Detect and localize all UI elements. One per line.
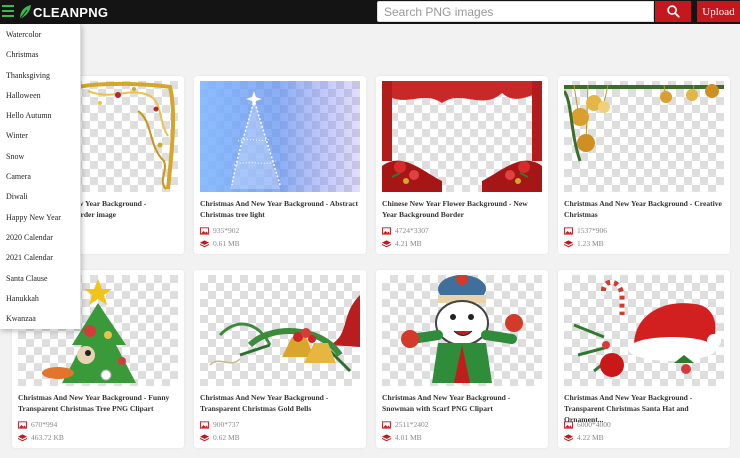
- image-thumbnail[interactable]: [382, 81, 542, 192]
- menu-item-santa-clause[interactable]: Santa Clause: [0, 269, 80, 289]
- menu-item-winter[interactable]: Winter: [0, 126, 80, 146]
- card-title[interactable]: Christmas And New Year Background - Snow…: [382, 392, 544, 414]
- hamburger-menu-icon[interactable]: [2, 5, 14, 17]
- search-button[interactable]: [655, 1, 691, 22]
- upload-button[interactable]: Upload: [697, 1, 740, 22]
- size-text: 4.22 MB: [577, 433, 604, 442]
- layers-icon: [382, 239, 391, 247]
- dimensions-text: 670*994: [31, 420, 58, 429]
- size-text: 4.21 MB: [395, 239, 422, 248]
- menu-item-camera[interactable]: Camera: [0, 167, 80, 187]
- file-size: 463.72 KB: [18, 433, 64, 442]
- leaf-logo-icon: [19, 5, 31, 20]
- search-box: [377, 1, 654, 22]
- layers-icon: [200, 239, 209, 247]
- image-thumbnail[interactable]: [200, 81, 360, 192]
- size-text: 0.62 MB: [213, 433, 240, 442]
- card-title[interactable]: Christmas And New Year Background - Abst…: [200, 198, 362, 220]
- image-thumbnail[interactable]: [564, 275, 724, 386]
- image-card[interactable]: Christmas And New Year Background - Tran…: [558, 270, 730, 448]
- image-card[interactable]: Christmas And New Year Background - Crea…: [558, 76, 730, 254]
- card-title[interactable]: Christmas And New Year Background - Crea…: [564, 198, 726, 220]
- image-dimensions: 670*994: [18, 420, 57, 429]
- image-dimensions: 935*902: [200, 226, 239, 235]
- menu-item-diwali[interactable]: Diwali: [0, 187, 80, 207]
- image-icon: [18, 420, 27, 429]
- image-icon: [200, 226, 209, 235]
- dimensions-text: 900*737: [213, 420, 240, 429]
- dimensions-text: 2511*2402: [395, 420, 429, 429]
- file-size: 1.23 MB: [564, 239, 604, 248]
- image-card[interactable]: Christmas And New Year Background - Tran…: [194, 270, 366, 448]
- menu-item-halloween[interactable]: Halloween: [0, 86, 80, 106]
- file-size: 4.01 MB: [382, 433, 422, 442]
- size-text: 463.72 KB: [31, 433, 64, 442]
- logo[interactable]: CLEANPNG: [18, 3, 108, 21]
- layers-icon: [382, 433, 391, 441]
- file-size: 0.61 MB: [200, 239, 240, 248]
- dimensions-text: 6000*4000: [577, 420, 611, 429]
- file-size: 0.62 MB: [200, 433, 240, 442]
- menu-item-2020-calendar[interactable]: 2020 Calendar: [0, 228, 80, 248]
- size-text: 1.23 MB: [577, 239, 604, 248]
- image-dimensions: 900*737: [200, 420, 239, 429]
- image-icon: [564, 226, 573, 235]
- category-dropdown: Watercolor Christmas Thanksgiving Hallow…: [0, 24, 81, 329]
- top-bar: CLEANPNG Upload: [0, 0, 740, 24]
- layers-icon: [18, 433, 27, 441]
- layers-icon: [200, 433, 209, 441]
- image-dimensions: 2511*2402: [382, 420, 428, 429]
- image-icon: [200, 420, 209, 429]
- size-text: 0.61 MB: [213, 239, 240, 248]
- image-card[interactable]: Christmas And New Year Background - Snow…: [376, 270, 548, 448]
- menu-item-2021-calendar[interactable]: 2021 Calendar: [0, 248, 80, 268]
- dimensions-text: 935*902: [213, 226, 240, 235]
- image-dimensions: 6000*4000: [564, 420, 611, 429]
- search-input[interactable]: [378, 2, 653, 21]
- menu-item-watercolor[interactable]: Watercolor: [0, 25, 80, 45]
- dimensions-text: 1537*906: [577, 226, 607, 235]
- layers-icon: [564, 239, 573, 247]
- card-title[interactable]: Christmas And New Year Background - Tran…: [200, 392, 362, 414]
- image-card[interactable]: Chinese New Year Flower Background - New…: [376, 76, 548, 254]
- search-icon: [666, 5, 680, 18]
- menu-item-christmas[interactable]: Christmas: [0, 45, 80, 65]
- card-title[interactable]: Christmas And New Year Background - Funn…: [18, 392, 180, 414]
- logo-text: CLEANPNG: [33, 4, 109, 20]
- layers-icon: [564, 433, 573, 441]
- image-thumbnail[interactable]: [200, 275, 360, 386]
- menu-item-hello-autumn[interactable]: Hello Autumn: [0, 106, 80, 126]
- image-dimensions: 1537*906: [564, 226, 607, 235]
- card-title[interactable]: Chinese New Year Flower Background - New…: [382, 198, 544, 220]
- menu-item-kwanzaa[interactable]: Kwanzaa: [0, 309, 80, 329]
- menu-item-snow[interactable]: Snow: [0, 147, 80, 167]
- image-icon: [564, 420, 573, 429]
- file-size: 4.22 MB: [564, 433, 604, 442]
- file-size: 4.21 MB: [382, 239, 422, 248]
- image-thumbnail[interactable]: [382, 275, 542, 386]
- size-text: 4.01 MB: [395, 433, 422, 442]
- menu-item-happy-new-year[interactable]: Happy New Year: [0, 208, 80, 228]
- image-dimensions: 4724*3307: [382, 226, 429, 235]
- image-thumbnail[interactable]: [564, 81, 724, 192]
- image-card[interactable]: Christmas And New Year Background - Abst…: [194, 76, 366, 254]
- image-icon: [382, 226, 391, 235]
- menu-item-hanukkah[interactable]: Hanukkah: [0, 289, 80, 309]
- image-icon: [382, 420, 391, 429]
- dimensions-text: 4724*3307: [395, 226, 429, 235]
- menu-item-thanksgiving[interactable]: Thanksgiving: [0, 66, 80, 86]
